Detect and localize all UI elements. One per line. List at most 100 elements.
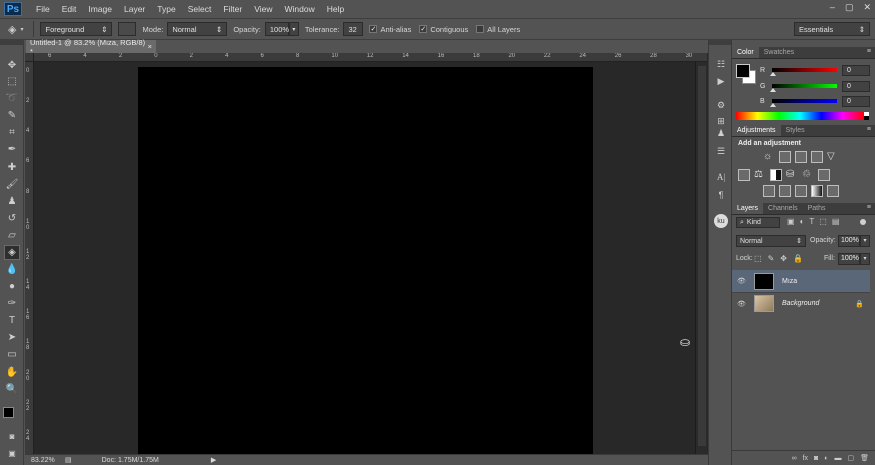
menu-select[interactable]: Select — [182, 0, 218, 18]
layer-row-background[interactable]: 👁 Background 🔒 — [732, 292, 870, 314]
hue-saturation-icon[interactable] — [738, 169, 750, 181]
blue-value-input[interactable]: 0 — [842, 95, 870, 107]
foreground-color-swatch[interactable] — [3, 407, 14, 418]
lock-transparent-icon[interactable]: ⬚ — [754, 254, 762, 263]
paint-bucket-tool-preset-icon[interactable]: ◈ — [8, 23, 16, 36]
vertical-scrollbar[interactable] — [695, 62, 707, 454]
quick-mask-icon[interactable]: ◙ — [4, 429, 20, 444]
menu-type[interactable]: Type — [151, 0, 181, 18]
close-button[interactable]: ✕ — [863, 2, 871, 13]
menu-window[interactable]: Window — [278, 0, 320, 18]
crop-tool-icon[interactable]: ⌗ — [4, 125, 20, 140]
tool-presets-icon[interactable]: ♟ — [714, 126, 728, 140]
quick-selection-tool-icon[interactable]: ✎ — [4, 108, 20, 123]
fill-input[interactable]: 100% — [838, 253, 860, 265]
lock-all-icon[interactable]: 🔒 — [793, 254, 803, 263]
color-foreground-swatch[interactable] — [736, 64, 750, 78]
tab-swatches[interactable]: Swatches — [759, 47, 799, 58]
mask-icon[interactable]: ◙ — [814, 455, 818, 462]
type-tool-icon[interactable]: T — [4, 313, 20, 328]
tab-paths[interactable]: Paths — [803, 203, 831, 214]
color-balance-icon[interactable]: ⚖ — [754, 169, 766, 181]
tool-preset-dropdown-icon[interactable]: ▾ — [20, 26, 23, 33]
group-icon[interactable]: ▬ — [834, 455, 841, 462]
red-value-input[interactable]: 0 — [842, 64, 870, 76]
paint-bucket-tool-icon[interactable]: ◈ — [4, 245, 20, 260]
zoom-level[interactable]: 83.22% — [31, 457, 59, 464]
ruler-origin[interactable] — [25, 53, 34, 62]
gradient-map-icon[interactable] — [811, 185, 823, 197]
move-tool-icon[interactable]: ✥ — [4, 58, 20, 73]
layer-opacity-input[interactable]: 100% — [838, 235, 860, 247]
history-panel-icon[interactable]: ☷ — [714, 57, 728, 71]
character-panel-icon[interactable]: A| — [714, 170, 728, 184]
document-tab[interactable]: Untitled-1 @ 83.2% (Mıza, RGB/8) * × — [26, 38, 156, 56]
curves-icon[interactable] — [795, 151, 807, 163]
tab-adjustments[interactable]: Adjustments — [732, 125, 781, 136]
zoom-tool-icon[interactable]: 🔍 — [4, 382, 20, 397]
visibility-eye-icon[interactable]: 👁 — [737, 300, 747, 308]
paragraph-panel-icon[interactable]: ¶ — [714, 188, 728, 202]
dodge-tool-icon[interactable]: ● — [4, 279, 20, 294]
menu-layer[interactable]: Layer — [118, 0, 151, 18]
threshold-icon[interactable] — [795, 185, 807, 197]
red-slider[interactable] — [770, 68, 837, 76]
filter-shape-icon[interactable]: ⬚ — [819, 217, 827, 226]
eyedropper-tool-icon[interactable]: ✒ — [4, 142, 20, 157]
tab-color[interactable]: Color — [732, 47, 759, 58]
screen-mode-icon[interactable]: ▣ — [4, 446, 20, 461]
spectrum-black-swatch[interactable] — [864, 116, 869, 120]
vibrance-icon[interactable]: ▽ — [827, 151, 839, 163]
healing-brush-tool-icon[interactable]: ✚ — [4, 160, 20, 175]
mode-select[interactable]: Normal ⇕ — [167, 22, 228, 36]
green-value-input[interactable]: 0 — [842, 80, 870, 92]
red-slider-knob[interactable] — [770, 72, 776, 76]
scrollbar-thumb[interactable] — [698, 66, 706, 446]
channel-mixer-icon[interactable]: ♲ — [802, 169, 814, 181]
fill-source-select[interactable]: Foreground ⇕ — [40, 22, 113, 36]
layer-opacity-dropdown[interactable]: ▾ — [860, 235, 870, 247]
rectangle-tool-icon[interactable]: ▭ — [4, 347, 20, 362]
contiguous-checkbox[interactable]: ✓ — [419, 25, 428, 33]
pen-tool-icon[interactable]: ✑ — [4, 296, 20, 311]
status-menu-arrow-icon[interactable]: ▶ — [211, 456, 216, 464]
close-tab-icon[interactable]: × — [148, 42, 152, 51]
color-lookup-icon[interactable] — [818, 169, 830, 181]
filter-adjustment-icon[interactable]: ◐ — [800, 217, 805, 226]
blend-mode-select[interactable]: Normal ⇕ — [736, 235, 806, 247]
panel-menu-icon[interactable]: ≡ — [867, 126, 871, 133]
menu-file[interactable]: File — [30, 0, 56, 18]
path-selection-tool-icon[interactable]: ➤ — [4, 330, 20, 345]
fill-dropdown[interactable]: ▾ — [860, 253, 870, 265]
ruler-vertical[interactable]: 0 2 4 6 8 1 0 1 2 1 4 1 6 1 8 2 0 2 2 2 4 — [25, 62, 34, 454]
all-layers-checkbox[interactable] — [476, 25, 485, 33]
exposure-icon[interactable] — [811, 151, 823, 163]
tab-styles[interactable]: Styles — [781, 125, 810, 136]
tolerance-input[interactable]: 32 — [343, 22, 364, 36]
hand-tool-icon[interactable]: ✋ — [4, 365, 20, 380]
kuler-panel-icon[interactable]: ku — [714, 214, 728, 228]
green-slider[interactable] — [770, 84, 837, 92]
new-layer-icon[interactable]: ▢ — [847, 454, 854, 462]
opacity-dropdown[interactable]: ▾ — [288, 22, 299, 36]
brightness-contrast-icon[interactable]: ☼ — [763, 151, 775, 163]
black-white-icon[interactable] — [770, 169, 782, 181]
blue-slider-knob[interactable] — [770, 103, 776, 107]
invert-icon[interactable] — [763, 185, 775, 197]
maximize-button[interactable]: ▢ — [845, 2, 854, 13]
minimize-button[interactable]: – — [830, 2, 835, 13]
brush-panel-icon[interactable]: ⚙ — [714, 98, 728, 112]
lock-position-icon[interactable]: ✥ — [780, 254, 787, 263]
status-info-icon[interactable]: ▤ — [65, 456, 72, 464]
eraser-tool-icon[interactable]: ▱ — [4, 228, 20, 243]
menu-image[interactable]: Image — [82, 0, 118, 18]
pattern-picker[interactable] — [118, 22, 137, 36]
fx-icon[interactable]: fx — [803, 455, 808, 462]
filter-pixel-icon[interactable]: ▣ — [787, 217, 795, 226]
menu-filter[interactable]: Filter — [217, 0, 248, 18]
actions-panel-icon[interactable]: ▶ — [714, 74, 728, 88]
menu-help[interactable]: Help — [321, 0, 350, 18]
lasso-tool-icon[interactable]: ➰ — [4, 91, 20, 106]
blue-slider[interactable] — [770, 99, 837, 107]
menu-edit[interactable]: Edit — [56, 0, 83, 18]
